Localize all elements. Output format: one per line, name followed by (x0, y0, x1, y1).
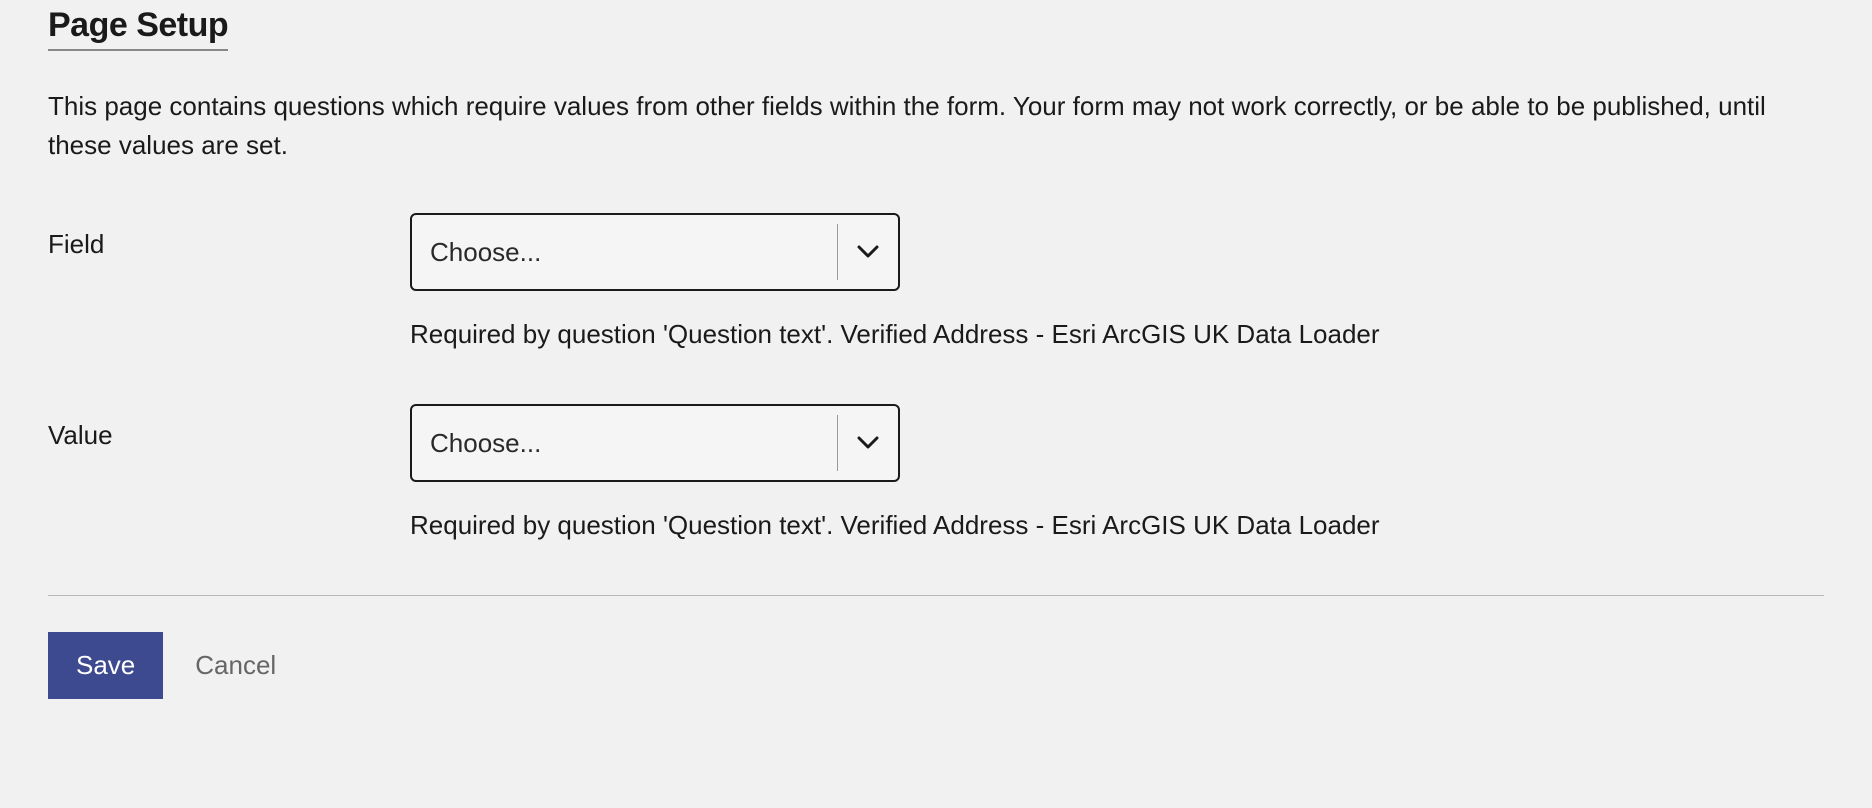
chevron-down-icon (838, 245, 898, 259)
page-title: Page Setup (48, 6, 228, 51)
chevron-down-icon (838, 436, 898, 450)
field-label: Field (48, 213, 410, 260)
value-select-value: Choose... (412, 428, 837, 459)
value-label: Value (48, 404, 410, 451)
form-row-value: Value Choose... Required by question 'Qu… (48, 404, 1824, 541)
field-select-value: Choose... (412, 237, 837, 268)
field-helper-text: Required by question 'Question text'. Ve… (410, 319, 1824, 350)
value-helper-text: Required by question 'Question text'. Ve… (410, 510, 1824, 541)
value-select[interactable]: Choose... (410, 404, 900, 482)
field-select[interactable]: Choose... (410, 213, 900, 291)
form-row-field: Field Choose... Required by question 'Qu… (48, 213, 1824, 350)
save-button[interactable]: Save (48, 632, 163, 699)
button-row: Save Cancel (48, 632, 1824, 699)
page-description: This page contains questions which requi… (48, 87, 1768, 165)
section-divider (48, 595, 1824, 596)
cancel-button[interactable]: Cancel (187, 632, 284, 699)
